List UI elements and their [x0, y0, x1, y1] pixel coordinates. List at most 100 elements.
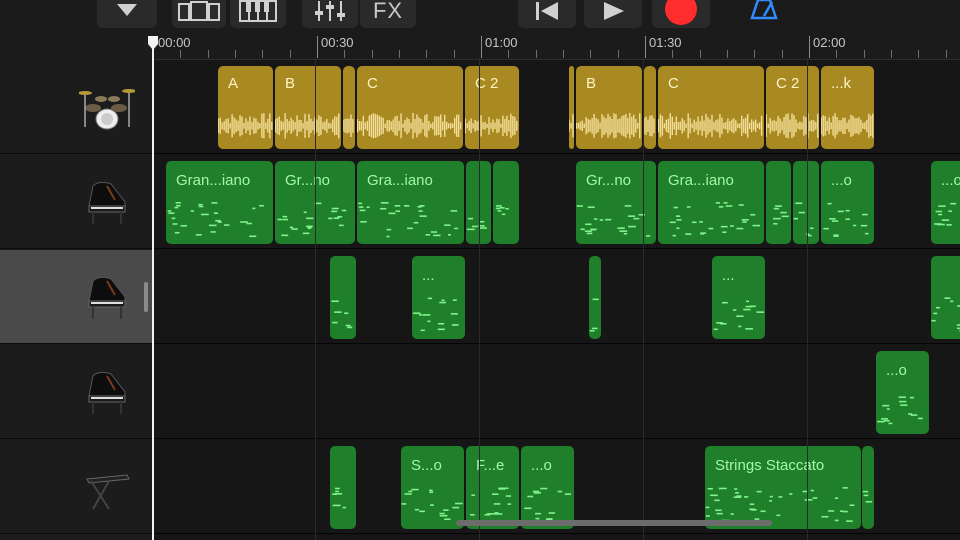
midi-region[interactable]: ...o [821, 161, 874, 244]
audio-region[interactable]: C 2 [465, 66, 519, 149]
ruler-minor-tick [180, 50, 181, 58]
midi-region[interactable]: Gran...iano [166, 161, 273, 244]
fx-button[interactable]: FX [360, 0, 416, 28]
ruler-minor-tick [782, 50, 783, 58]
audio-region[interactable]: ...k [821, 66, 874, 149]
midi-region[interactable] [793, 161, 819, 244]
instrument-button[interactable] [230, 0, 286, 28]
ruler-minor-tick [508, 50, 509, 58]
midi-notes [358, 202, 459, 238]
drum-kit-icon [79, 88, 135, 129]
track-header-piano-1[interactable] [0, 155, 152, 249]
region-name: C [367, 75, 378, 92]
tracks-area[interactable]: A B C C 2 B C C 2 ...k Gran...iano Gr...… [152, 60, 960, 540]
midi-region[interactable] [330, 446, 356, 529]
audio-region[interactable] [644, 66, 656, 149]
midi-region[interactable] [330, 256, 356, 339]
region-name: Gran...iano [176, 172, 251, 189]
record-button[interactable] [652, 0, 710, 28]
midi-region[interactable]: F...e [466, 446, 519, 529]
track-lane-piano-3[interactable]: ...o [152, 345, 960, 439]
audio-region[interactable]: C [357, 66, 463, 149]
ruler-minor-tick [918, 50, 919, 58]
playhead-handle-icon[interactable] [148, 36, 158, 50]
midi-region[interactable]: Gra...iano [357, 161, 464, 244]
ruler-minor-tick [836, 50, 837, 58]
audio-region[interactable]: B [576, 66, 642, 149]
track-view-button[interactable] [172, 0, 226, 28]
track-header-piano-3[interactable] [0, 345, 152, 439]
midi-notes [931, 297, 960, 333]
grid-line [479, 60, 480, 540]
metronome-button[interactable] [746, 0, 782, 22]
chevron-down-icon [117, 4, 137, 16]
midi-notes [793, 202, 814, 237]
audio-region[interactable] [569, 66, 574, 149]
playhead[interactable] [152, 38, 154, 540]
rewind-button[interactable] [518, 0, 576, 28]
ruler-label: 00:00 [158, 35, 191, 50]
midi-region[interactable]: ... [712, 256, 765, 339]
midi-region[interactable]: Gra...iano [658, 161, 764, 244]
audio-region[interactable]: C [658, 66, 764, 149]
midi-region[interactable] [589, 256, 601, 339]
waveform [218, 113, 273, 139]
region-name: Gr...no [586, 172, 632, 189]
track-lane-piano-2[interactable]: ... ... [152, 250, 960, 344]
mixer-button[interactable] [302, 0, 358, 28]
midi-region[interactable]: ...o [931, 161, 960, 244]
region-name: F...e [476, 457, 505, 474]
track-header-drums[interactable] [0, 60, 152, 154]
track-lane-drums[interactable]: A B C C 2 B C C 2 ...k [152, 60, 960, 154]
timeline-ruler[interactable]: 00:00 00:30 01:00 01:30 02:00 [152, 32, 960, 60]
midi-region[interactable]: Gr...no [576, 161, 656, 244]
midi-region[interactable]: S...o [401, 446, 464, 529]
ruler-minor-tick [426, 50, 427, 58]
midi-region[interactable] [862, 446, 874, 529]
track-resize-handle[interactable] [144, 282, 148, 312]
ruler-label: 01:30 [649, 35, 682, 50]
browser-button[interactable] [97, 0, 157, 28]
audio-region[interactable]: B [275, 66, 341, 149]
audio-region[interactable]: C 2 [766, 66, 819, 149]
midi-notes [167, 202, 264, 238]
midi-region[interactable]: Strings Staccato [705, 446, 861, 529]
track-lane-piano-1[interactable]: Gran...iano Gr...no Gra...iano Gr...no G… [152, 155, 960, 249]
track-header-synth[interactable] [0, 440, 152, 534]
midi-notes [877, 396, 923, 425]
midi-region[interactable]: ...o [521, 446, 574, 529]
track-headers [0, 32, 152, 540]
audio-region[interactable] [343, 66, 355, 149]
home-indicator[interactable] [456, 520, 772, 526]
rewind-icon [536, 2, 558, 20]
track-view-icon [178, 1, 220, 21]
midi-region[interactable] [493, 161, 519, 244]
waveform [821, 113, 874, 139]
region-name: ... [422, 267, 435, 284]
region-name: ...o [831, 172, 852, 189]
waveform [658, 113, 763, 139]
audio-region[interactable]: A [218, 66, 273, 149]
midi-region[interactable]: ... [412, 256, 465, 339]
ruler-minor-tick [208, 50, 209, 58]
ruler-minor-tick [754, 50, 755, 58]
midi-notes [713, 300, 765, 331]
region-name: ...k [831, 75, 852, 92]
fx-icon: FX [372, 0, 404, 23]
grid-line [315, 60, 316, 540]
play-icon [604, 2, 624, 20]
ruler-minor-tick [536, 50, 537, 58]
waveform [465, 114, 518, 139]
waveform [343, 115, 354, 138]
region-name: ...o [941, 172, 960, 189]
region-name: C [668, 75, 679, 92]
track-header-piano-2[interactable] [0, 250, 152, 344]
waveform [357, 113, 462, 139]
grid-line [643, 60, 644, 540]
midi-region[interactable]: ...o [876, 351, 929, 434]
region-name: ...o [886, 362, 907, 379]
midi-region[interactable] [931, 256, 960, 339]
ruler-minor-tick [618, 50, 619, 58]
play-button[interactable] [584, 0, 642, 28]
midi-region[interactable] [766, 161, 791, 244]
